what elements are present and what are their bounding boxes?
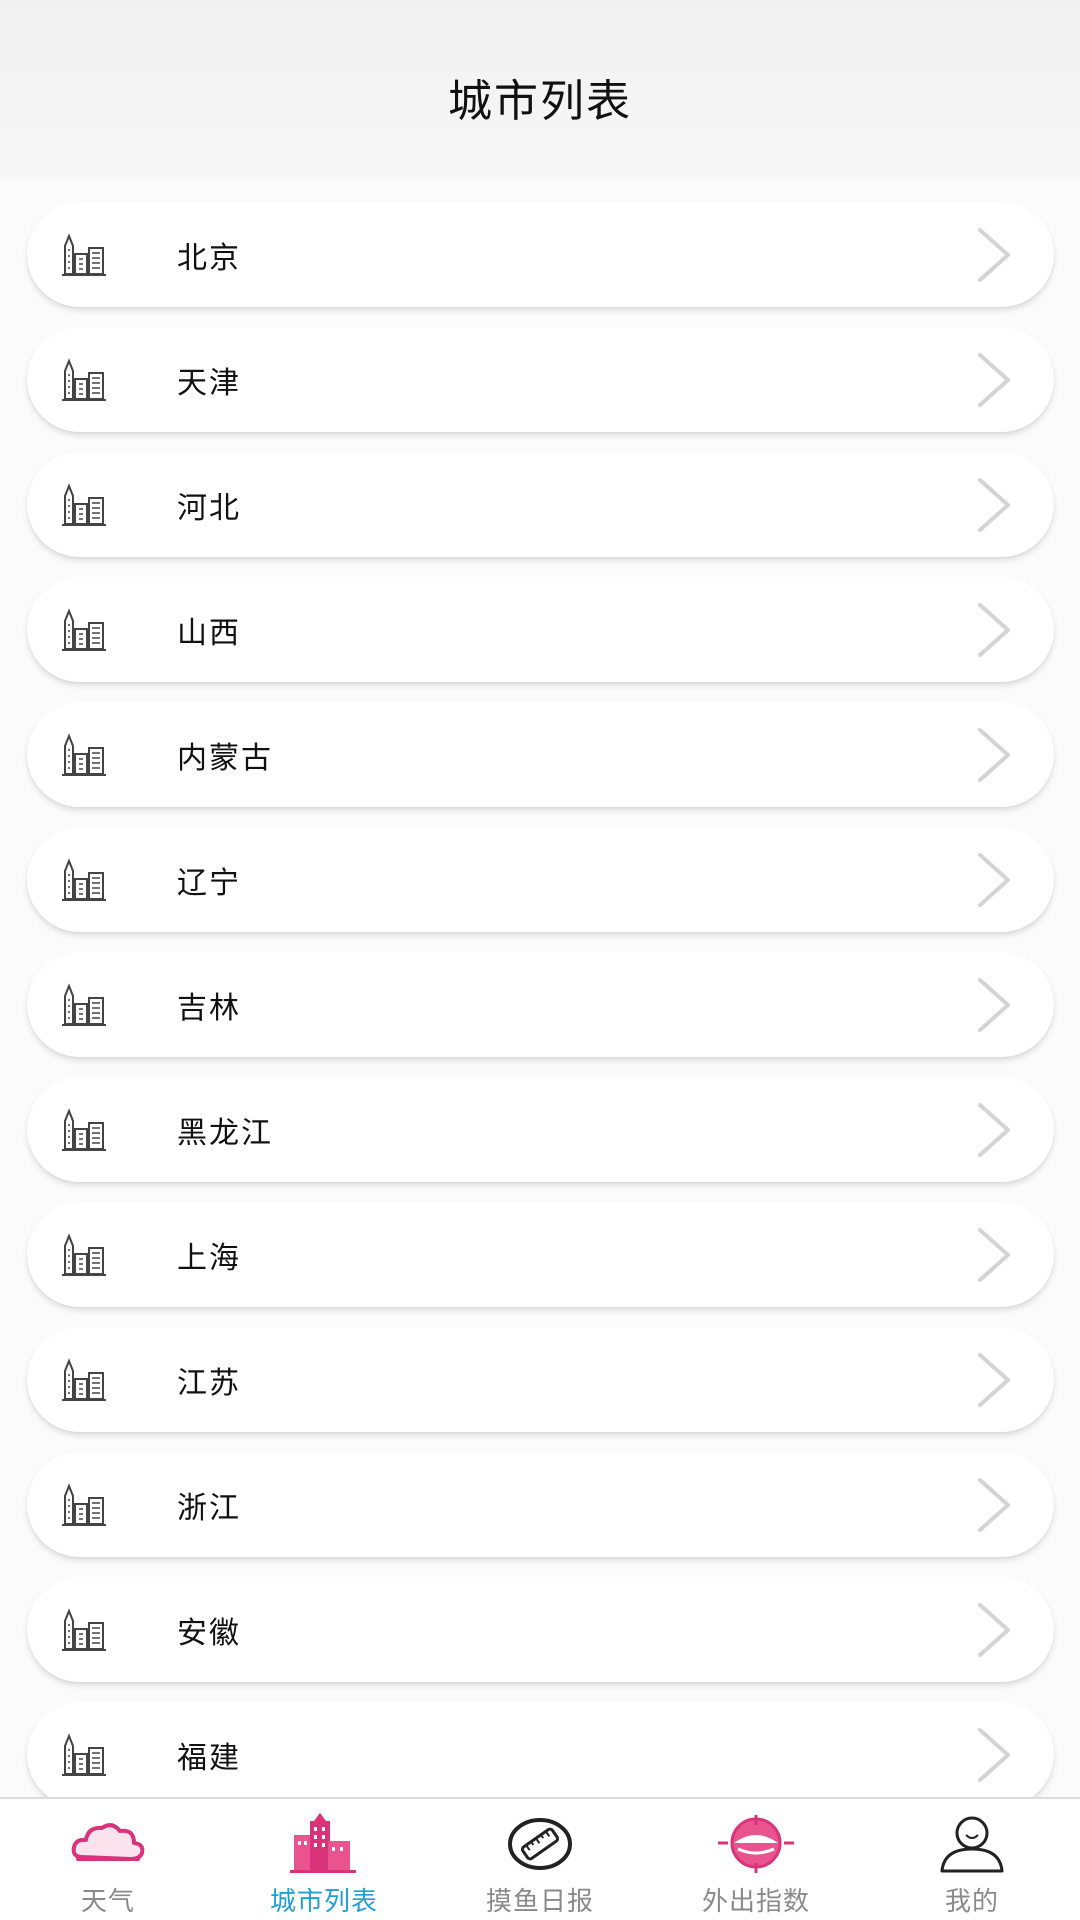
city-list-item[interactable]: 福建 bbox=[27, 1702, 1054, 1797]
city-buildings-icon bbox=[61, 1732, 107, 1776]
city-name-label: 山西 bbox=[177, 615, 241, 651]
page-title: 城市列表 bbox=[448, 76, 632, 127]
buildings-icon bbox=[290, 1813, 356, 1873]
city-buildings-icon bbox=[61, 732, 107, 776]
chevron-right-icon bbox=[974, 226, 1014, 284]
bottom-tab-bar: 天气 城市列表 摸鱼日报 外出指数 我的 bbox=[0, 1797, 1080, 1920]
tab-weather[interactable]: 天气 bbox=[0, 1799, 216, 1920]
city-name-label: 安徽 bbox=[177, 1615, 241, 1651]
cloud-icon bbox=[71, 1823, 145, 1861]
chevron-right-icon bbox=[974, 1351, 1014, 1409]
city-list-item[interactable]: 辽宁 bbox=[27, 827, 1054, 932]
city-buildings-icon bbox=[61, 232, 107, 276]
city-buildings-icon bbox=[61, 1232, 107, 1276]
tab-daily-report[interactable]: 摸鱼日报 bbox=[432, 1799, 648, 1920]
tab-label: 天气 bbox=[80, 1887, 135, 1917]
target-icon bbox=[718, 1815, 794, 1873]
city-buildings-icon bbox=[61, 357, 107, 401]
tab-city-list[interactable]: 城市列表 bbox=[216, 1799, 432, 1920]
ruler-icon bbox=[508, 1818, 572, 1870]
city-name-label: 北京 bbox=[177, 240, 241, 276]
city-list-item[interactable]: 内蒙古 bbox=[27, 702, 1054, 807]
tab-label: 我的 bbox=[944, 1887, 999, 1917]
city-name-label: 内蒙古 bbox=[177, 740, 273, 776]
tab-mine[interactable]: 我的 bbox=[864, 1799, 1080, 1920]
city-list[interactable]: 北京天津河北山西内蒙古辽宁吉林黑龙江上海江苏浙江安徽福建 bbox=[0, 180, 1080, 1797]
tab-label: 城市列表 bbox=[269, 1887, 378, 1917]
chevron-right-icon bbox=[974, 351, 1014, 409]
chevron-right-icon bbox=[974, 726, 1014, 784]
city-buildings-icon bbox=[61, 857, 107, 901]
city-name-label: 江苏 bbox=[177, 1365, 241, 1401]
city-name-label: 天津 bbox=[177, 365, 241, 401]
chevron-right-icon bbox=[974, 1101, 1014, 1159]
chevron-right-icon bbox=[974, 1226, 1014, 1284]
city-list-item[interactable]: 河北 bbox=[27, 452, 1054, 557]
tab-label: 摸鱼日报 bbox=[485, 1887, 594, 1917]
city-list-item[interactable]: 吉林 bbox=[27, 952, 1054, 1057]
tab-outing-index[interactable]: 外出指数 bbox=[648, 1799, 864, 1920]
city-list-item[interactable]: 上海 bbox=[27, 1202, 1054, 1307]
city-buildings-icon bbox=[61, 1607, 107, 1651]
header-bar: 城市列表 bbox=[0, 0, 1080, 180]
city-buildings-icon bbox=[61, 1482, 107, 1526]
city-name-label: 浙江 bbox=[177, 1490, 241, 1526]
city-list-item[interactable]: 浙江 bbox=[27, 1452, 1054, 1557]
city-buildings-icon bbox=[61, 982, 107, 1026]
city-buildings-icon bbox=[61, 607, 107, 651]
city-list-item[interactable]: 天津 bbox=[27, 327, 1054, 432]
chevron-right-icon bbox=[974, 1726, 1014, 1784]
chevron-right-icon bbox=[974, 476, 1014, 534]
chevron-right-icon bbox=[974, 1601, 1014, 1659]
city-list-item[interactable]: 黑龙江 bbox=[27, 1077, 1054, 1182]
city-list-item[interactable]: 安徽 bbox=[27, 1577, 1054, 1682]
user-icon bbox=[940, 1816, 1004, 1873]
city-list-item[interactable]: 江苏 bbox=[27, 1327, 1054, 1432]
city-buildings-icon bbox=[61, 482, 107, 526]
city-buildings-icon bbox=[61, 1107, 107, 1151]
city-list-item[interactable]: 北京 bbox=[27, 202, 1054, 307]
city-buildings-icon bbox=[61, 1357, 107, 1401]
chevron-right-icon bbox=[974, 601, 1014, 659]
tab-label: 外出指数 bbox=[701, 1887, 810, 1917]
city-name-label: 吉林 bbox=[177, 990, 241, 1026]
chevron-right-icon bbox=[974, 851, 1014, 909]
city-name-label: 辽宁 bbox=[177, 865, 241, 901]
chevron-right-icon bbox=[974, 1476, 1014, 1534]
city-name-label: 黑龙江 bbox=[177, 1115, 273, 1151]
city-name-label: 河北 bbox=[177, 490, 241, 526]
chevron-right-icon bbox=[974, 976, 1014, 1034]
city-name-label: 福建 bbox=[177, 1740, 241, 1776]
city-name-label: 上海 bbox=[177, 1240, 241, 1276]
city-list-screen: 城市列表 北京天津河北山西内蒙古辽宁吉林黑龙江上海江苏浙江安徽福建 天气 bbox=[0, 0, 1080, 1920]
city-list-item[interactable]: 山西 bbox=[27, 577, 1054, 682]
